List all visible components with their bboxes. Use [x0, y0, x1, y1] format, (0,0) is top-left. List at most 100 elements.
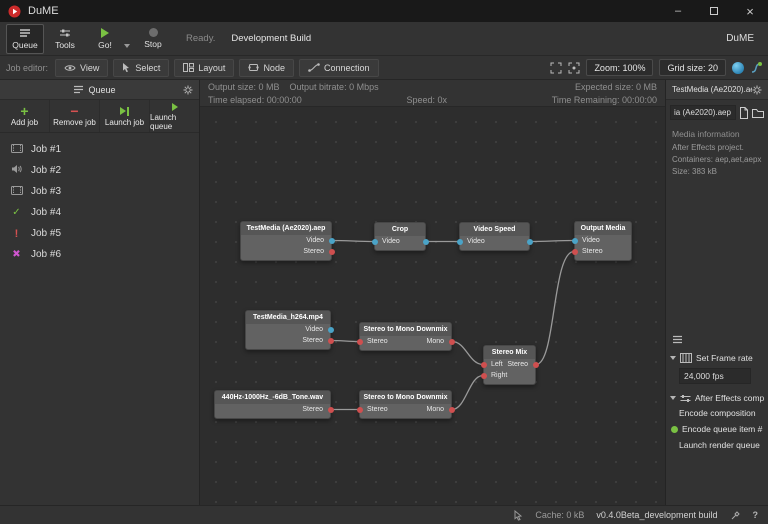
input-port-audio[interactable] — [357, 339, 363, 345]
maximize-icon[interactable] — [696, 0, 732, 22]
window-title: DuME — [28, 5, 59, 17]
output-port-video[interactable] — [527, 239, 533, 245]
go-button[interactable]: Go! — [86, 24, 124, 54]
output-port-audio[interactable] — [329, 249, 335, 255]
reinit-layout-icon[interactable] — [732, 62, 744, 74]
node-testmedia-h264[interactable]: TestMedia_h264.mp4 Video Stereo — [245, 310, 331, 350]
set-framerate-label: Set Frame rate — [696, 353, 753, 363]
add-job-button[interactable]: + Add job — [0, 100, 50, 132]
filename-field[interactable]: ia (Ae2020).aep — [670, 105, 736, 120]
job-row-6[interactable]: ✖ Job #6 — [0, 244, 199, 265]
menu-view[interactable]: View — [55, 59, 108, 77]
menu-node-label: Node — [263, 63, 285, 73]
statusbar: Cache: 0 kB v0.4.0Beta_development build… — [0, 505, 768, 524]
tools-button[interactable]: Tools — [46, 24, 84, 54]
grid-size-field[interactable]: Grid size: 20 — [659, 59, 726, 76]
node-title: 440Hz-1000Hz_-6dB_Tone.wav — [215, 391, 330, 404]
connection-curve[interactable] — [452, 342, 483, 365]
editor-toolbar-right: Zoom: 100% Grid size: 20 — [550, 59, 762, 76]
main-area: Queue + Add job − Remove job Launch job — [0, 80, 768, 505]
input-port-audio[interactable] — [481, 373, 487, 379]
job-row-1[interactable]: Job #1 — [0, 139, 199, 160]
output-port-audio[interactable] — [449, 339, 455, 345]
output-port-video[interactable] — [328, 327, 334, 333]
wrench-icon[interactable] — [730, 510, 741, 521]
stop-button-label: Stop — [144, 39, 162, 49]
input-port-audio[interactable] — [572, 249, 578, 255]
gear-icon[interactable] — [183, 85, 193, 95]
list-icon[interactable] — [672, 335, 683, 344]
file-row: ia (Ae2020).aep — [670, 105, 764, 120]
job-row-5[interactable]: ! Job #5 — [0, 223, 199, 244]
option-encode-composition[interactable]: Encode composition — [666, 405, 768, 421]
input-port-audio[interactable] — [357, 407, 363, 413]
connection-curve[interactable] — [530, 241, 574, 242]
node-crop[interactable]: Crop Video — [374, 222, 426, 251]
input-port-video[interactable] — [572, 238, 578, 244]
job-row-2[interactable]: Job #2 — [0, 160, 199, 181]
folder-icon[interactable] — [752, 108, 764, 118]
node-stereo-to-mono-downmix-2[interactable]: Stereo to Mono Downmix Stereo Mono — [359, 390, 452, 419]
launch-job-button[interactable]: Launch job — [100, 100, 150, 132]
connection-curve[interactable] — [331, 341, 359, 342]
node-row: Video — [375, 236, 425, 247]
output-port-audio[interactable] — [449, 407, 455, 413]
node-editor-canvas[interactable]: Output size: 0 MB Output bitrate: 0 Mbps… — [200, 80, 665, 505]
node-stereo-to-mono-downmix-1[interactable]: Stereo to Mono Downmix Stereo Mono — [359, 322, 452, 351]
zoom-field[interactable]: Zoom: 100% — [586, 59, 653, 76]
main-toolbar: Queue Tools Go! Stop Ready. Development … — [0, 22, 768, 56]
set-framerate-section[interactable]: Set Frame rate — [666, 351, 768, 365]
go-dropdown-icon[interactable] — [124, 44, 130, 48]
menu-layout[interactable]: Layout — [174, 59, 234, 77]
frame-all-icon[interactable] — [550, 62, 562, 74]
gear-icon[interactable] — [752, 85, 762, 95]
node-row: Stereo — [215, 404, 330, 415]
node-testmedia-ae[interactable]: TestMedia (Ae2020).aep Video Stereo — [240, 221, 332, 261]
launch-queue-label: Launch queue — [150, 113, 199, 131]
queue-button[interactable]: Queue — [6, 24, 44, 54]
menu-connection[interactable]: Connection — [299, 59, 379, 77]
job-label: Job #3 — [31, 186, 61, 197]
node-output-media[interactable]: Output Media Video Stereo — [574, 221, 632, 261]
connection-curve[interactable] — [452, 376, 483, 410]
framerate-value-field[interactable]: 24,000 fps — [679, 368, 751, 384]
output-port-audio[interactable] — [328, 338, 334, 344]
layout-icon — [183, 63, 194, 72]
close-icon[interactable]: × — [732, 0, 768, 22]
output-port-video[interactable] — [423, 239, 429, 245]
node-tone-wav[interactable]: 440Hz-1000Hz_-6dB_Tone.wav Stereo — [214, 390, 331, 419]
option-launch-render-queue[interactable]: Launch render queue — [666, 437, 768, 453]
time-elapsed: Time elapsed: 00:00:00 — [208, 95, 302, 105]
menu-layout-label: Layout — [198, 63, 225, 73]
ae-composition-section[interactable]: After Effects comp — [666, 391, 768, 405]
job-row-4[interactable]: ✓ Job #4 — [0, 202, 199, 223]
minimize-icon[interactable]: – — [660, 0, 696, 22]
connection-curve[interactable] — [332, 241, 374, 242]
input-port-audio[interactable] — [481, 362, 487, 368]
option-encode-queue-item[interactable]: Encode queue item # — [666, 421, 768, 437]
titlebar: DuME – × — [0, 0, 768, 22]
stop-button[interactable]: Stop — [134, 24, 172, 54]
output-port-audio[interactable] — [533, 362, 539, 368]
help-icon[interactable]: ? — [753, 510, 759, 520]
output-port-audio[interactable] — [328, 407, 334, 413]
output-port-video[interactable] — [329, 238, 335, 244]
remove-job-label: Remove job — [53, 118, 96, 127]
launch-queue-button[interactable]: Launch queue — [150, 100, 199, 132]
job-label: Job #1 — [31, 144, 61, 155]
frame-selected-icon[interactable] — [568, 62, 580, 74]
node-video-speed[interactable]: Video Speed Video — [459, 222, 530, 251]
input-port-video[interactable] — [457, 239, 463, 245]
snap-icon[interactable] — [750, 62, 762, 74]
remove-job-button[interactable]: − Remove job — [50, 100, 100, 132]
tools-button-label: Tools — [55, 40, 75, 50]
file-icon[interactable] — [739, 107, 749, 119]
cache-label: Cache: 0 kB — [535, 510, 584, 520]
job-row-3[interactable]: Job #3 — [0, 181, 199, 202]
menu-node[interactable]: Node — [239, 59, 294, 77]
connection-curve[interactable] — [536, 252, 574, 365]
menu-select[interactable]: Select — [113, 59, 169, 77]
app-icon — [8, 5, 21, 18]
node-stereo-mix[interactable]: Stereo Mix Left Stereo Right — [483, 345, 536, 385]
input-port-video[interactable] — [372, 239, 378, 245]
